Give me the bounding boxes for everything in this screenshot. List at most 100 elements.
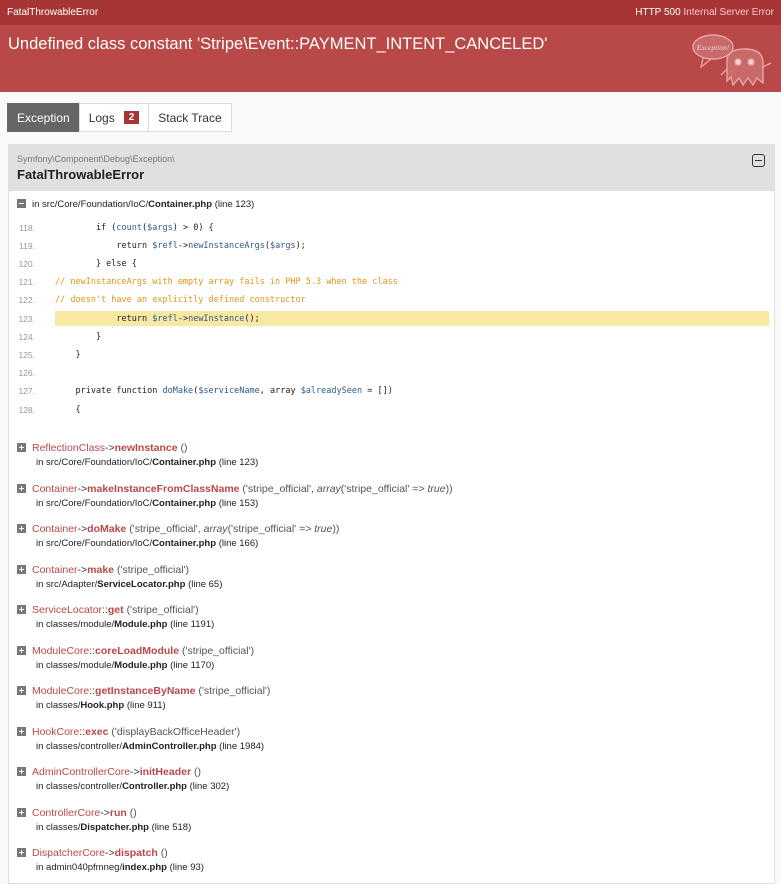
frame-function: get <box>107 604 124 616</box>
line-number: 127. <box>18 386 35 397</box>
expand-frame-icon[interactable] <box>17 564 26 574</box>
line-number: 118. <box>19 222 35 233</box>
frame-location: in src/Core/Foundation/IoC/Container.php… <box>17 538 339 549</box>
frame-class: HookCore <box>32 725 80 738</box>
collapse-toggle-icon[interactable] <box>752 154 765 167</box>
frame-class: ServiceLocator <box>32 604 103 616</box>
frame-class: ModuleCore <box>32 644 90 657</box>
tab-logs[interactable]: Logs 2 <box>78 103 150 132</box>
frame-args: () <box>180 442 188 454</box>
code-line: 121. // newInstanceArgs with empty array… <box>9 274 769 291</box>
frame-class: Container <box>32 482 78 495</box>
frame-call: Container->make ('stripe_official') <box>17 564 222 576</box>
stack-frame: ModuleCore::getInstanceByName ('stripe_o… <box>17 685 270 711</box>
location-line: (line 123) <box>214 199 255 210</box>
logs-count-badge: 2 <box>123 111 140 124</box>
frame-args: () <box>160 847 168 859</box>
frame-function: makeInstanceFromClassName <box>87 482 240 495</box>
stack-frame: ControllerCore->run () in classes/Dispatc… <box>17 807 191 833</box>
exception-class: FatalThrowableError <box>17 167 145 182</box>
frame-file: ServiceLocator.php <box>97 578 186 590</box>
expand-frame-icon[interactable] <box>17 443 26 452</box>
frame-args: () <box>193 766 201 778</box>
frame-file: Container.php <box>152 497 217 509</box>
expand-frame-icon[interactable] <box>17 686 26 695</box>
frame-function: doMake <box>87 523 127 535</box>
frame-separator: -> <box>77 523 88 535</box>
line-number: 126. <box>18 368 35 379</box>
line-number: 122. <box>18 295 35 306</box>
frame-line: (line 911) <box>126 700 166 711</box>
tab-stack-trace-label: Stack Trace <box>158 110 222 125</box>
code-line: 120. } else { <box>9 255 769 272</box>
frame-call: ControllerCore->run () <box>17 807 191 819</box>
expand-frame-icon[interactable] <box>17 848 26 857</box>
tab-stack-trace[interactable]: Stack Trace <box>148 103 232 132</box>
frame-line: (line 1191) <box>170 619 215 630</box>
expand-frame-icon[interactable] <box>17 605 26 614</box>
frame-function: coreLoadModule <box>95 644 180 657</box>
code-line: 118. if (count($args) > 0) { <box>9 219 769 236</box>
stack-frame: AdminControllerCore->initHeader () in cla… <box>17 766 229 792</box>
collapse-code-icon[interactable] <box>17 199 26 208</box>
error-type-title: FatalThrowableError <box>7 7 99 18</box>
frame-location-prefix: in classes/module/ <box>36 659 115 671</box>
frame-call: ModuleCore::getInstanceByName ('stripe_o… <box>17 685 270 697</box>
frame-file: Module.php <box>114 659 168 671</box>
line-number: 128. <box>18 404 35 415</box>
code-line: 128. { <box>9 401 769 418</box>
frame-call: HookCore::exec ('displayBackOfficeHeader… <box>17 726 264 738</box>
expand-frame-icon[interactable] <box>17 645 26 655</box>
code-text: } <box>55 331 102 342</box>
frame-function: getInstanceByName <box>95 685 196 697</box>
frame-file: AdminController.php <box>122 740 217 752</box>
frame-location-prefix: in classes/controller/ <box>36 740 123 752</box>
stack-frame: Container->makeInstanceFromClassName ('s… <box>17 483 453 509</box>
expand-frame-icon[interactable] <box>17 807 26 817</box>
frame-args: ('stripe_official') <box>198 685 271 697</box>
expand-frame-icon[interactable] <box>17 524 26 533</box>
frame-line: (line 1984) <box>219 740 265 752</box>
code-text: return $refl -> newInstance (); <box>55 311 769 326</box>
frame-args: () <box>129 806 137 819</box>
code-text: } else { <box>55 258 137 269</box>
frame-line: (line 93) <box>169 862 204 873</box>
tab-exception[interactable]: Exception <box>7 103 80 132</box>
frame-separator: -> <box>130 766 140 778</box>
frame-class: ControllerCore <box>32 806 101 819</box>
frame-line: (line 65) <box>188 578 223 590</box>
frame-separator: -> <box>104 847 115 859</box>
frame-args: ('stripe_official', array('stripe_offici… <box>129 523 340 535</box>
tab-bar: Exception Logs 2 Stack Trace <box>7 103 232 132</box>
frame-args: ('stripe_official') <box>116 563 190 576</box>
exception-panel-header: Symfony\Component\Debug\Exception\ Fatal… <box>9 145 774 191</box>
frame-location: in classes/module/Module.php (line 1191) <box>17 619 214 630</box>
frame-separator: -> <box>77 482 88 495</box>
http-status-code: HTTP 500 <box>635 7 681 18</box>
frame-args: ('displayBackOfficeHeader') <box>111 725 241 738</box>
line-number: 123. <box>18 313 35 324</box>
exception-location: in src/Core/Foundation/IoC/Container.php… <box>17 199 254 210</box>
frame-location-prefix: in classes/ <box>36 821 81 833</box>
expand-frame-icon[interactable] <box>17 767 26 776</box>
frame-args: ('stripe_official') <box>181 644 255 657</box>
frame-class: ReflectionClass <box>32 442 105 454</box>
stack-frame: Container->make ('stripe_official')in sr… <box>17 564 222 590</box>
frame-location: in classes/Dispatcher.php (line 518) <box>17 822 191 833</box>
frame-call: ModuleCore::coreLoadModule ('stripe_offi… <box>17 645 254 657</box>
frame-class: Container <box>32 563 78 576</box>
frame-function: make <box>87 563 115 576</box>
frame-separator: -> <box>104 442 115 454</box>
error-message: Undefined class constant 'Stripe\Event::… <box>8 35 548 53</box>
frame-file: Module.php <box>114 619 168 630</box>
code-line: 123. return $refl -> newInstance (); <box>9 310 769 327</box>
expand-frame-icon[interactable] <box>17 726 26 736</box>
code-text: return $refl -> newInstanceArgs($args); <box>55 240 306 251</box>
frame-location: in src/Adapter/ServiceLocator.php (line … <box>17 579 222 590</box>
expand-frame-icon[interactable] <box>17 483 26 493</box>
frame-class: Container <box>32 523 78 535</box>
frame-location: in src/Core/Foundation/IoC/Container.php… <box>17 498 453 509</box>
error-header: Undefined class constant 'Stripe\Event::… <box>0 25 781 92</box>
logo-text: Exception! <box>696 43 730 52</box>
frame-function: dispatch <box>114 847 158 859</box>
